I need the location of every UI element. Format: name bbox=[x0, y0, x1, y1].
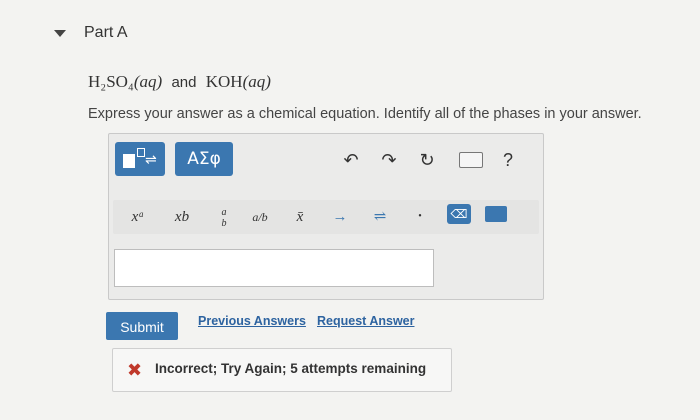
submit-button[interactable]: Submit bbox=[106, 312, 178, 340]
dot-button[interactable]: • bbox=[405, 204, 435, 232]
delete-button[interactable]: ⌫ bbox=[447, 204, 471, 224]
keyboard-toggle-icon[interactable] bbox=[485, 206, 507, 222]
template-box-icon bbox=[123, 154, 135, 168]
request-answer-link[interactable]: Request Answer bbox=[317, 314, 414, 328]
subscript-button[interactable]: xb bbox=[167, 204, 197, 232]
overline-button[interactable]: x̄ bbox=[285, 204, 315, 232]
reset-icon[interactable]: ↻ bbox=[413, 146, 441, 174]
question-text: H₂SO₄(aq) and KOH(aq) bbox=[88, 72, 271, 92]
reactant1-phase: (aq) bbox=[133, 72, 163, 91]
redo-icon[interactable]: ↷ bbox=[375, 146, 403, 174]
template-superscript-icon bbox=[137, 148, 145, 157]
reactant1-formula: H₂SO₄ bbox=[88, 72, 134, 91]
collapse-caret-icon[interactable] bbox=[54, 30, 66, 37]
editor-toolbar-bottom: xᵃ xb a b a/b x̄ → ⇌ • ⌫ bbox=[113, 200, 539, 234]
templates-button[interactable]: ⇌ bbox=[115, 142, 165, 176]
reactant2-formula: KOH bbox=[205, 72, 243, 91]
undo-icon[interactable]: ↶ bbox=[337, 146, 365, 174]
equilibrium-arrow-button[interactable]: ⇌ bbox=[365, 204, 395, 232]
reaction-arrow-button[interactable]: → bbox=[325, 204, 355, 232]
answer-input[interactable] bbox=[114, 249, 434, 287]
help-button[interactable]: ? bbox=[503, 146, 523, 174]
fraction-denominator: b bbox=[221, 218, 227, 229]
feedback-box: ✖ Incorrect; Try Again; 5 attempts remai… bbox=[112, 348, 452, 392]
part-title: Part A bbox=[84, 24, 128, 41]
question-connector: and bbox=[171, 74, 197, 91]
previous-answers-link[interactable]: Previous Answers bbox=[198, 314, 306, 328]
instruction-text: Express your answer as a chemical equati… bbox=[88, 106, 642, 122]
symbols-button[interactable]: ΑΣφ bbox=[175, 142, 233, 176]
feedback-text: Incorrect; Try Again; 5 attempts remaini… bbox=[155, 361, 427, 376]
fraction-line-button[interactable]: a/b bbox=[245, 204, 275, 232]
reactant2-phase: (aq) bbox=[242, 72, 271, 91]
editor-toolbar-top: ⇌ ΑΣφ ↶ ↷ ↻ ? bbox=[115, 142, 535, 180]
error-x-icon: ✖ bbox=[127, 360, 143, 380]
fraction-button[interactable]: a b bbox=[209, 204, 239, 235]
keyboard-icon[interactable] bbox=[459, 152, 483, 168]
superscript-button[interactable]: xᵃ bbox=[123, 204, 153, 232]
template-arrow-icon: ⇌ bbox=[145, 151, 157, 167]
fraction-numerator: a bbox=[221, 207, 227, 218]
